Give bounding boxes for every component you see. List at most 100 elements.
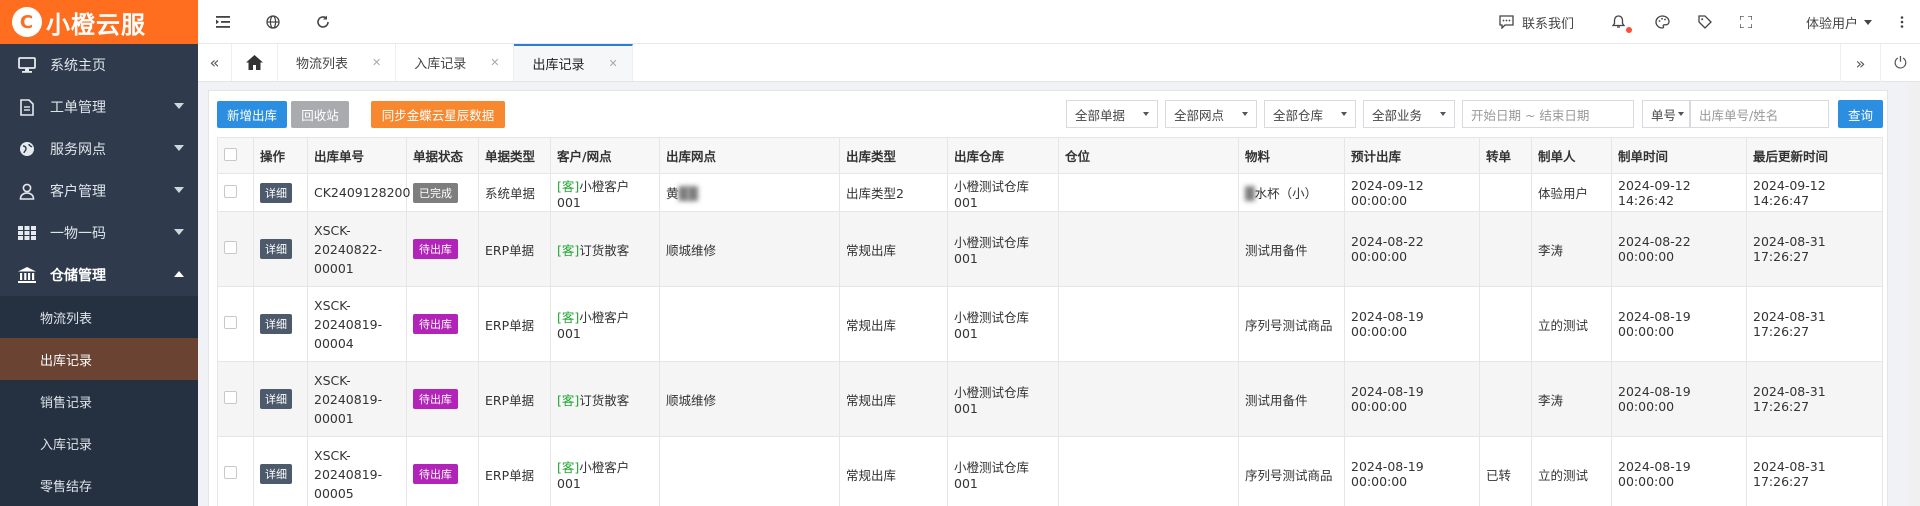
close-icon[interactable]: ✕: [608, 57, 617, 70]
close-icon[interactable]: ✕: [372, 56, 381, 69]
sidebar-subitem-sales[interactable]: 销售记录: [0, 380, 198, 422]
customer-cell: [客]订货散客: [550, 361, 660, 437]
notification-dot: [1625, 27, 1632, 33]
tabs-options-icon[interactable]: ⏻: [1880, 44, 1920, 82]
new-outbound-button[interactable]: 新增出库: [217, 101, 287, 128]
row-checkbox[interactable]: [224, 466, 237, 479]
made-time-cell: 2024-08-19 00:00:00: [1611, 436, 1747, 506]
tab-outbound[interactable]: 出库记录 ✕: [514, 44, 633, 81]
transfer-cell: [1479, 211, 1532, 287]
select-all-cell[interactable]: [217, 137, 254, 174]
detail-button[interactable]: 详细: [260, 239, 292, 259]
transfer-cell: [1479, 286, 1532, 362]
order-no-line: XSCK-: [314, 372, 351, 388]
sidebar-subitem-logistics[interactable]: 物流列表: [0, 296, 198, 338]
sidebar-item-warehouse[interactable]: 仓储管理: [0, 254, 198, 296]
sidebar-item-outlets[interactable]: 服务网点: [0, 128, 198, 170]
row-checkbox[interactable]: [224, 391, 237, 404]
detail-button[interactable]: 详细: [260, 389, 292, 409]
column-header: 预计出库: [1344, 137, 1480, 174]
table-row[interactable]: 详细 XSCK- 20240819- 00001 待出库 ERP单据 [客]订货散客…: [217, 361, 1883, 437]
toolbar: 新增出库 回收站 同步金蝶云星辰数据 全部单据 全部网点 全部仓库 全部业务 开…: [209, 91, 1887, 137]
expected-date-cell: 2024-09-12 00:00:00: [1344, 173, 1480, 212]
sidebar-item-label: 客户管理: [50, 184, 106, 200]
filter-outlets-select[interactable]: 全部网点: [1165, 100, 1257, 128]
sidebar-item-qrcode[interactable]: 一物一码: [0, 212, 198, 254]
menu-toggle-icon[interactable]: [198, 15, 248, 28]
tabs-scroll-left-icon[interactable]: «: [198, 44, 232, 81]
status-badge: 待出库: [413, 314, 458, 334]
close-icon[interactable]: ✕: [490, 56, 499, 69]
filter-business-select[interactable]: 全部业务: [1363, 100, 1455, 128]
table-row[interactable]: 详细 XSCK- 20240819- 00004 待出库 ERP单据 [客]小橙客户…: [217, 286, 1883, 362]
row-checkbox[interactable]: [224, 316, 237, 329]
detail-button[interactable]: 详细: [260, 182, 292, 203]
sidebar-item-customers[interactable]: 客户管理: [0, 170, 198, 212]
contact-us-label: 联系我们: [1521, 16, 1574, 32]
select-all-checkbox[interactable]: [224, 147, 237, 161]
updated-time-cell: 2024-08-31 17:26:27: [1746, 361, 1883, 437]
sidebar-item-label: 服务网点: [50, 142, 106, 158]
sync-kingdee-button[interactable]: 同步金蝶云星辰数据: [371, 101, 505, 128]
fullscreen-button[interactable]: [1726, 16, 1766, 28]
warehouse-cell: 小橙测试仓库001: [947, 173, 1059, 212]
table-row[interactable]: 详细 CK2409128200 已完成 系统单据 [客]小橙客户001 黄██ …: [217, 173, 1883, 212]
expected-date-cell: 2024-08-19 00:00:00: [1344, 361, 1480, 437]
contact-us-link[interactable]: 联系我们: [1485, 13, 1588, 32]
tab-logistics[interactable]: 物流列表 ✕: [278, 44, 397, 81]
theme-button[interactable]: [1641, 15, 1684, 29]
user-name: 体验用户: [1805, 16, 1858, 32]
filter-value: 全部仓库: [1273, 107, 1324, 123]
tab-inbound[interactable]: 入库记录 ✕: [396, 44, 515, 81]
sidebar-subitem-outbound[interactable]: 出库记录: [0, 338, 198, 380]
order-no-line: 00001: [314, 260, 354, 276]
caret-down-icon: [1143, 112, 1149, 116]
sidebar-item-workorders[interactable]: 工单管理: [0, 86, 198, 128]
user-menu[interactable]: 体验用户: [1766, 13, 1886, 32]
table-row[interactable]: 详细 XSCK- 20240822- 00001 待出库 ERP单据 [客]订货散客…: [217, 211, 1883, 287]
detail-button[interactable]: 详细: [260, 464, 292, 484]
sidebar-subitem-label: 入库记录: [40, 437, 93, 453]
fullscreen-icon: [1739, 16, 1752, 28]
made-time-cell: 2024-08-19 00:00:00: [1611, 361, 1747, 437]
out-type-cell: 常规出库: [839, 211, 948, 287]
recycle-bin-button[interactable]: 回收站: [291, 101, 349, 128]
detail-button[interactable]: 详细: [260, 314, 292, 334]
vertical-scrollbar[interactable]: [1908, 82, 1920, 506]
sidebar-subitem-label: 销售记录: [40, 395, 93, 411]
filter-value: 全部单据: [1075, 107, 1126, 123]
filter-documents-select[interactable]: 全部单据: [1066, 100, 1158, 128]
row-checkbox[interactable]: [224, 241, 237, 254]
row-checkbox[interactable]: [224, 184, 237, 198]
row-select-cell[interactable]: [217, 361, 254, 437]
date-range-input[interactable]: 开始日期 ~ 结束日期: [1462, 100, 1634, 128]
search-input[interactable]: 出库单号/姓名: [1690, 100, 1829, 128]
main-panel: 新增出库 回收站 同步金蝶云星辰数据 全部单据 全部网点 全部仓库 全部业务 开…: [208, 90, 1888, 506]
order-no-cell: XSCK- 20240819- 00001: [307, 361, 407, 437]
order-no-cell: XSCK- 20240822- 00001: [307, 211, 407, 287]
expected-date-cell: 2024-08-22 00:00:00: [1344, 211, 1480, 287]
tag-button[interactable]: [1684, 15, 1726, 29]
order-no-cell: XSCK- 20240819- 00004: [307, 286, 407, 362]
search-field-select[interactable]: 单号: [1642, 100, 1690, 128]
filter-warehouse-select[interactable]: 全部仓库: [1264, 100, 1356, 128]
more-button[interactable]: [1886, 16, 1920, 28]
sidebar-subitem-retail[interactable]: 零售结存: [0, 464, 198, 506]
sidebar-item-home[interactable]: 系统主页: [0, 44, 198, 86]
home-tab[interactable]: [232, 44, 278, 81]
row-select-cell[interactable]: [217, 436, 254, 506]
refresh-icon[interactable]: [298, 15, 348, 29]
sidebar-subitem-inbound[interactable]: 入库记录: [0, 422, 198, 464]
column-header: 出库仓库: [947, 137, 1059, 174]
tabs-scroll-right-icon[interactable]: »: [1840, 44, 1880, 82]
globe-icon[interactable]: [248, 14, 298, 29]
material-cell: 测试用备件: [1238, 361, 1345, 437]
row-select-cell[interactable]: [217, 286, 254, 362]
row-select-cell[interactable]: [217, 211, 254, 287]
table-row[interactable]: 详细 XSCK- 20240819- 00005 待出库 ERP单据 [客]小橙客户…: [217, 436, 1883, 506]
query-button[interactable]: 查询: [1838, 100, 1883, 128]
app-logo[interactable]: C 小橙云服: [0, 0, 198, 44]
expected-date-cell: 2024-08-19 00:00:00: [1344, 436, 1480, 506]
row-select-cell[interactable]: [217, 173, 254, 212]
notification-bell[interactable]: [1588, 15, 1641, 33]
